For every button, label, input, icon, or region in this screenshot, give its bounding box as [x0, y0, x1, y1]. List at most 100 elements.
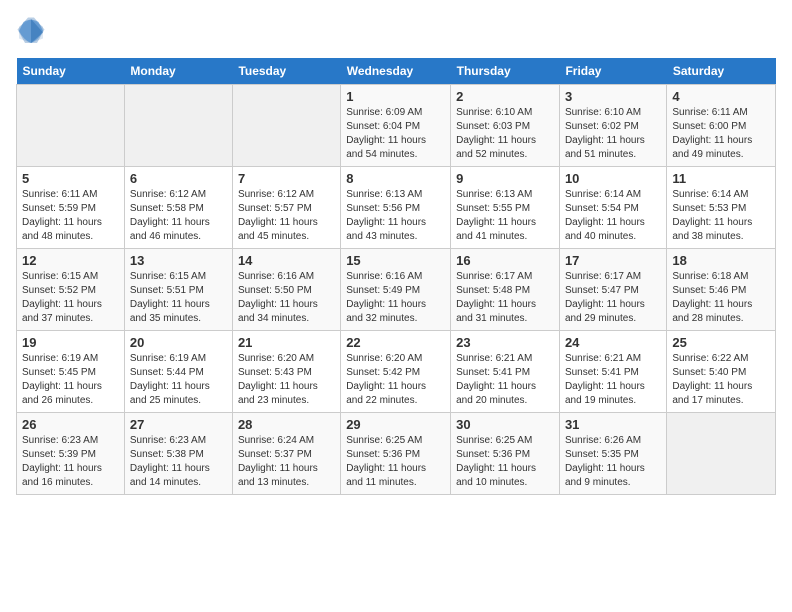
day-number: 1	[346, 89, 445, 104]
day-info: Sunrise: 6:26 AM Sunset: 5:35 PM Dayligh…	[565, 434, 661, 490]
day-number: 11	[672, 171, 770, 186]
calendar-cell: 2 Sunrise: 6:10 AM Sunset: 6:03 PM Daylig…	[451, 85, 560, 167]
calendar-cell: 5Sunrise: 6:11 AM Sunset: 5:59 PM Daylig…	[17, 167, 125, 249]
calendar-cell: 15 Sunrise: 6:16 AM Sunset: 5:49 PM Dayli…	[341, 249, 451, 331]
day-info: Sunrise: 6:12 AM Sunset: 5:57 PM Dayligh…	[238, 188, 335, 244]
calendar-cell	[17, 85, 125, 167]
calendar-cell: 22 Sunrise: 6:20 AM Sunset: 5:42 PM Dayli…	[341, 331, 451, 413]
day-number: 21	[238, 335, 335, 350]
day-number: 14	[238, 253, 335, 268]
calendar-cell	[667, 413, 776, 495]
day-info: Sunrise: 6:10 AM Sunset: 6:02 PM Dayligh…	[565, 106, 661, 162]
calendar-cell: 28 Sunrise: 6:24 AM Sunset: 5:37 PM Dayli…	[232, 413, 340, 495]
day-info: Sunrise: 6:24 AM Sunset: 5:37 PM Dayligh…	[238, 434, 335, 490]
weekday-header: Monday	[124, 58, 232, 85]
day-info: Sunrise: 6:20 AM Sunset: 5:42 PM Dayligh…	[346, 352, 445, 408]
day-info: Sunrise: 6:18 AM Sunset: 5:46 PM Dayligh…	[672, 270, 770, 326]
day-number: 31	[565, 417, 661, 432]
day-info: Sunrise: 6:12 AM Sunset: 5:58 PM Dayligh…	[130, 188, 227, 244]
calendar-cell: 8 Sunrise: 6:13 AM Sunset: 5:56 PM Daylig…	[341, 167, 451, 249]
day-number: 9	[456, 171, 554, 186]
weekday-header: Thursday	[451, 58, 560, 85]
day-number: 10	[565, 171, 661, 186]
calendar-cell: 17Sunrise: 6:17 AM Sunset: 5:47 PM Dayli…	[559, 249, 666, 331]
day-info: Sunrise: 6:20 AM Sunset: 5:43 PM Dayligh…	[238, 352, 335, 408]
day-info: Sunrise: 6:21 AM Sunset: 5:41 PM Dayligh…	[456, 352, 554, 408]
calendar-week-row: 12Sunrise: 6:15 AM Sunset: 5:52 PM Dayli…	[17, 249, 776, 331]
weekday-header: Saturday	[667, 58, 776, 85]
calendar-cell	[232, 85, 340, 167]
day-number: 12	[22, 253, 119, 268]
day-info: Sunrise: 6:13 AM Sunset: 5:55 PM Dayligh…	[456, 188, 554, 244]
day-info: Sunrise: 6:10 AM Sunset: 6:03 PM Dayligh…	[456, 106, 554, 162]
calendar-cell: 1 Sunrise: 6:09 AM Sunset: 6:04 PM Daylig…	[341, 85, 451, 167]
day-info: Sunrise: 6:09 AM Sunset: 6:04 PM Dayligh…	[346, 106, 445, 162]
day-info: Sunrise: 6:11 AM Sunset: 6:00 PM Dayligh…	[672, 106, 770, 162]
calendar-week-row: 26 Sunrise: 6:23 AM Sunset: 5:39 PM Dayli…	[17, 413, 776, 495]
day-info: Sunrise: 6:25 AM Sunset: 5:36 PM Dayligh…	[346, 434, 445, 490]
day-number: 8	[346, 171, 445, 186]
calendar-cell: 18 Sunrise: 6:18 AM Sunset: 5:46 PM Dayli…	[667, 249, 776, 331]
day-number: 30	[456, 417, 554, 432]
day-info: Sunrise: 6:23 AM Sunset: 5:39 PM Dayligh…	[22, 434, 119, 490]
calendar-cell: 3 Sunrise: 6:10 AM Sunset: 6:02 PM Daylig…	[559, 85, 666, 167]
day-info: Sunrise: 6:23 AM Sunset: 5:38 PM Dayligh…	[130, 434, 227, 490]
day-number: 15	[346, 253, 445, 268]
calendar-table: SundayMondayTuesdayWednesdayThursdayFrid…	[16, 58, 776, 495]
calendar-cell: 19Sunrise: 6:19 AM Sunset: 5:45 PM Dayli…	[17, 331, 125, 413]
weekday-header: Wednesday	[341, 58, 451, 85]
calendar-cell: 30 Sunrise: 6:25 AM Sunset: 5:36 PM Dayli…	[451, 413, 560, 495]
day-info: Sunrise: 6:22 AM Sunset: 5:40 PM Dayligh…	[672, 352, 770, 408]
calendar-cell: 29 Sunrise: 6:25 AM Sunset: 5:36 PM Dayli…	[341, 413, 451, 495]
calendar-cell: 31 Sunrise: 6:26 AM Sunset: 5:35 PM Dayli…	[559, 413, 666, 495]
calendar-cell: 25 Sunrise: 6:22 AM Sunset: 5:40 PM Dayli…	[667, 331, 776, 413]
day-number: 19	[22, 335, 119, 350]
day-number: 20	[130, 335, 227, 350]
calendar-cell: 10 Sunrise: 6:14 AM Sunset: 5:54 PM Dayli…	[559, 167, 666, 249]
calendar-cell: 7 Sunrise: 6:12 AM Sunset: 5:57 PM Daylig…	[232, 167, 340, 249]
header-row: SundayMondayTuesdayWednesdayThursdayFrid…	[17, 58, 776, 85]
calendar-week-row: 1 Sunrise: 6:09 AM Sunset: 6:04 PM Daylig…	[17, 85, 776, 167]
day-number: 25	[672, 335, 770, 350]
calendar-cell: 26 Sunrise: 6:23 AM Sunset: 5:39 PM Dayli…	[17, 413, 125, 495]
day-number: 13	[130, 253, 227, 268]
day-number: 22	[346, 335, 445, 350]
calendar-cell	[124, 85, 232, 167]
day-info: Sunrise: 6:17 AM Sunset: 5:47 PM Dayligh…	[565, 270, 661, 326]
calendar-cell: 13 Sunrise: 6:15 AM Sunset: 5:51 PM Dayli…	[124, 249, 232, 331]
page-header	[16, 16, 776, 46]
weekday-header: Friday	[559, 58, 666, 85]
day-info: Sunrise: 6:17 AM Sunset: 5:48 PM Dayligh…	[456, 270, 554, 326]
day-info: Sunrise: 6:14 AM Sunset: 5:54 PM Dayligh…	[565, 188, 661, 244]
weekday-header: Tuesday	[232, 58, 340, 85]
day-number: 18	[672, 253, 770, 268]
day-number: 4	[672, 89, 770, 104]
day-info: Sunrise: 6:15 AM Sunset: 5:51 PM Dayligh…	[130, 270, 227, 326]
logo	[16, 16, 50, 46]
calendar-cell: 12Sunrise: 6:15 AM Sunset: 5:52 PM Dayli…	[17, 249, 125, 331]
calendar-cell: 6 Sunrise: 6:12 AM Sunset: 5:58 PM Daylig…	[124, 167, 232, 249]
day-info: Sunrise: 6:25 AM Sunset: 5:36 PM Dayligh…	[456, 434, 554, 490]
day-info: Sunrise: 6:13 AM Sunset: 5:56 PM Dayligh…	[346, 188, 445, 244]
day-number: 29	[346, 417, 445, 432]
calendar-cell: 16 Sunrise: 6:17 AM Sunset: 5:48 PM Dayli…	[451, 249, 560, 331]
day-number: 6	[130, 171, 227, 186]
weekday-header: Sunday	[17, 58, 125, 85]
day-number: 24	[565, 335, 661, 350]
day-number: 26	[22, 417, 119, 432]
day-number: 28	[238, 417, 335, 432]
day-info: Sunrise: 6:14 AM Sunset: 5:53 PM Dayligh…	[672, 188, 770, 244]
day-info: Sunrise: 6:19 AM Sunset: 5:44 PM Dayligh…	[130, 352, 227, 408]
day-number: 7	[238, 171, 335, 186]
day-info: Sunrise: 6:21 AM Sunset: 5:41 PM Dayligh…	[565, 352, 661, 408]
day-number: 3	[565, 89, 661, 104]
calendar-cell: 9 Sunrise: 6:13 AM Sunset: 5:55 PM Daylig…	[451, 167, 560, 249]
calendar-cell: 14Sunrise: 6:16 AM Sunset: 5:50 PM Dayli…	[232, 249, 340, 331]
calendar-week-row: 19Sunrise: 6:19 AM Sunset: 5:45 PM Dayli…	[17, 331, 776, 413]
calendar-cell: 23Sunrise: 6:21 AM Sunset: 5:41 PM Dayli…	[451, 331, 560, 413]
calendar-cell: 27Sunrise: 6:23 AM Sunset: 5:38 PM Dayli…	[124, 413, 232, 495]
calendar-week-row: 5Sunrise: 6:11 AM Sunset: 5:59 PM Daylig…	[17, 167, 776, 249]
day-info: Sunrise: 6:16 AM Sunset: 5:49 PM Dayligh…	[346, 270, 445, 326]
day-number: 2	[456, 89, 554, 104]
day-number: 16	[456, 253, 554, 268]
